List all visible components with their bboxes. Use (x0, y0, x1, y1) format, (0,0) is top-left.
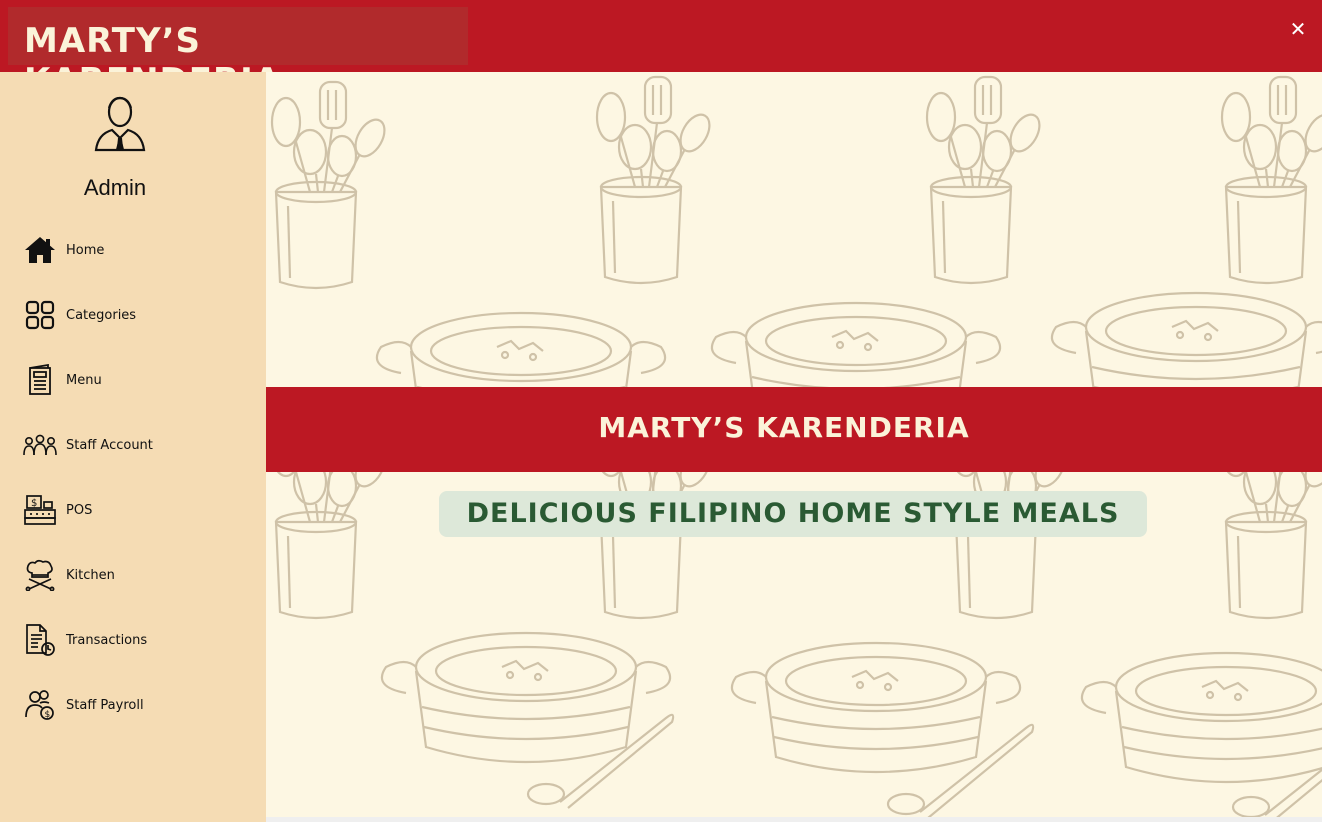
staff-group-icon (22, 427, 58, 463)
title-bar: MARTY’S KARENDERIA ✕ (0, 0, 1322, 101)
hero-banner-title: MARTY’S KARENDERIA (598, 411, 970, 444)
categories-grid-icon (22, 297, 58, 333)
user-role-label: Admin (83, 175, 147, 200)
sidebar-item-transactions[interactable]: Transactions (22, 620, 242, 660)
sidebar-item-label: Menu (66, 372, 102, 388)
sidebar-item-staff-payroll[interactable]: $ Staff Payroll (22, 685, 242, 725)
transactions-document-icon (22, 622, 58, 658)
sidebar-item-label: Home (66, 242, 105, 258)
sidebar-item-menu[interactable]: Menu (22, 360, 242, 400)
pos-register-icon: $ (22, 492, 58, 528)
sidebar-item-label: Kitchen (66, 567, 115, 583)
svg-text:$: $ (45, 710, 51, 720)
sidebar-item-label: Categories (66, 307, 137, 323)
chef-kitchen-icon (22, 557, 58, 593)
menu-card-icon (22, 362, 58, 398)
svg-text:$: $ (31, 498, 37, 509)
sidebar-item-label: Transactions (66, 632, 148, 648)
sidebar-item-label: POS (66, 502, 93, 518)
main-content: MARTY’S KARENDERIA DELICIOUS FILIPINO HO… (266, 72, 1322, 817)
sidebar-item-kitchen[interactable]: Kitchen (22, 555, 242, 595)
sidebar: Admin Home Categories Menu Staff Account… (0, 72, 266, 822)
admin-user-icon (94, 96, 146, 152)
sidebar-item-pos[interactable]: $ POS (22, 490, 242, 530)
sidebar-item-label: Staff Account (66, 437, 153, 453)
sidebar-item-label: Staff Payroll (66, 697, 144, 713)
close-button[interactable]: ✕ (1288, 16, 1308, 42)
brand-logo-box: MARTY’S KARENDERIA (8, 7, 468, 101)
payroll-icon: $ (22, 687, 58, 723)
home-icon (22, 232, 58, 268)
tagline-badge: DELICIOUS FILIPINO HOME STYLE MEALS (439, 491, 1147, 537)
sidebar-item-categories[interactable]: Categories (22, 295, 242, 335)
sidebar-item-staff-account[interactable]: Staff Account (22, 425, 242, 465)
hero-banner: MARTY’S KARENDERIA (266, 387, 1322, 472)
tagline-text: DELICIOUS FILIPINO HOME STYLE MEALS (466, 498, 1120, 529)
sidebar-item-home[interactable]: Home (22, 230, 242, 270)
